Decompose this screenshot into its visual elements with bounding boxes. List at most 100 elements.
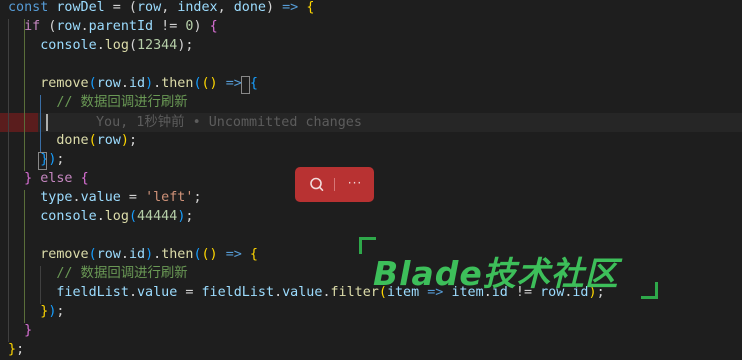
code-token: ; xyxy=(185,209,194,224)
code-token: { xyxy=(249,76,258,91)
code-token: ; xyxy=(193,190,202,205)
code-token: fieldList xyxy=(56,285,129,300)
code-token: . xyxy=(274,285,283,300)
code-token: . xyxy=(96,209,105,224)
watermark-corner-bracket xyxy=(641,282,658,299)
code-line[interactable]: }); xyxy=(0,302,742,321)
code-token: ) xyxy=(145,76,154,91)
floating-toolbar: ··· xyxy=(295,167,374,202)
code-line[interactable]: const rowDel = (row, index, done) => { xyxy=(0,0,742,17)
code-line[interactable]: }; xyxy=(0,340,742,359)
watermark-text: Blade技术社区 xyxy=(373,254,619,293)
code-token: 'left' xyxy=(145,190,194,205)
code-token: , xyxy=(161,0,178,15)
code-token: . xyxy=(128,285,137,300)
search-button[interactable] xyxy=(299,167,335,202)
code-token: fieldList xyxy=(201,285,275,300)
code-token: ( xyxy=(193,247,202,262)
code-token: . xyxy=(120,76,129,91)
matching-bracket-highlight xyxy=(38,152,47,170)
code-token: = ( xyxy=(104,0,137,15)
code-token: { xyxy=(80,171,89,186)
code-token: => xyxy=(282,0,299,15)
code-token: row xyxy=(137,0,162,15)
code-token: ; xyxy=(56,152,65,167)
code-token: 12344 xyxy=(137,38,178,53)
code-token: console xyxy=(40,38,97,53)
code-token: done xyxy=(233,0,266,15)
code-token: ); xyxy=(177,38,194,53)
code-token: ( xyxy=(88,133,97,148)
code-token: } xyxy=(24,171,33,186)
code-line[interactable]: remove(row.id).then(() => { xyxy=(0,74,742,93)
code-token: log xyxy=(104,209,129,224)
code-token: row xyxy=(96,247,121,262)
code-line[interactable]: // 数据回调进行刷新 xyxy=(0,93,742,112)
code-token: ( xyxy=(40,19,57,34)
code-token: ; xyxy=(56,304,65,319)
code-token: != xyxy=(153,19,186,34)
code-line[interactable]: done(row); xyxy=(0,131,742,150)
code-token: = xyxy=(177,285,202,300)
code-token: . xyxy=(153,247,162,262)
code-line[interactable]: console.log(12344); xyxy=(0,36,742,55)
code-token: console xyxy=(40,209,97,224)
code-token: ( xyxy=(88,247,97,262)
code-token: // 数据回调进行刷新 xyxy=(56,95,188,110)
code-token: done xyxy=(56,133,89,148)
code-token: ; xyxy=(16,342,25,357)
code-token: () xyxy=(201,76,218,91)
code-line[interactable]: } xyxy=(0,321,742,340)
code-line[interactable]: console.log(44444); xyxy=(0,207,742,226)
code-token: . xyxy=(120,247,129,262)
more-dots-icon: ··· xyxy=(347,176,363,190)
code-token: then xyxy=(161,76,194,91)
code-token: id xyxy=(128,247,146,262)
code-token: remove xyxy=(40,247,89,262)
code-token: ( xyxy=(128,38,137,53)
code-token: ( xyxy=(193,76,202,91)
code-token: row xyxy=(56,19,81,34)
toolbar-separator xyxy=(334,178,335,191)
code-token: ) xyxy=(193,19,210,34)
code-token: => xyxy=(225,76,242,91)
search-icon xyxy=(310,177,324,192)
code-token: . xyxy=(96,38,105,53)
code-token: . xyxy=(72,190,81,205)
text-cursor xyxy=(46,114,48,131)
code-token: log xyxy=(104,38,129,53)
code-token: id xyxy=(128,76,146,91)
code-token: ) xyxy=(145,247,154,262)
matching-bracket-highlight xyxy=(241,76,250,94)
code-token: ) xyxy=(266,0,283,15)
code-token: { xyxy=(249,247,258,262)
code-token: const xyxy=(8,0,57,15)
code-token: value xyxy=(80,190,121,205)
code-token: row xyxy=(96,133,121,148)
code-token: type xyxy=(40,190,73,205)
code-token: 44444 xyxy=(137,209,178,224)
code-token: => xyxy=(225,247,242,262)
code-token: ( xyxy=(88,76,97,91)
more-options-button[interactable]: ··· xyxy=(337,167,373,202)
code-line[interactable] xyxy=(0,55,742,74)
code-token: ) xyxy=(120,133,129,148)
code-token: } xyxy=(24,323,33,338)
code-token: { xyxy=(306,0,315,15)
code-line[interactable]: if (row.parentId != 0) { xyxy=(0,17,742,36)
code-token: ; xyxy=(128,133,137,148)
code-token: remove xyxy=(40,76,89,91)
